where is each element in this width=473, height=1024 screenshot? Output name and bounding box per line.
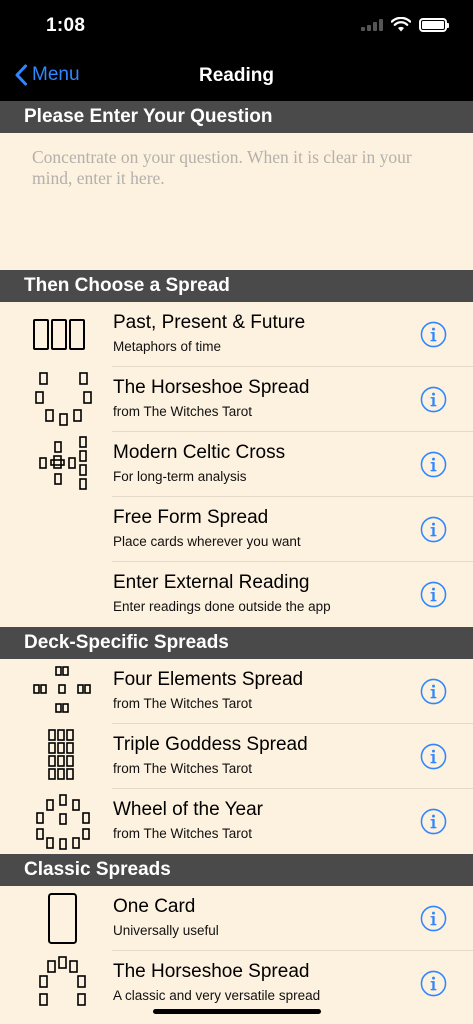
status-icons (361, 17, 449, 32)
spread-title: The Horseshoe Spread (113, 961, 310, 982)
info-icon[interactable] (420, 516, 447, 543)
spread-row-external-reading[interactable]: Enter External Reading Enter readings do… (0, 562, 473, 627)
spread-subtitle: from The Witches Tarot (113, 826, 253, 841)
spread-row-horseshoe[interactable]: The Horseshoe Spread from The Witches Ta… (0, 367, 473, 432)
info-icon[interactable] (420, 808, 447, 835)
question-area (0, 133, 473, 270)
spread-subtitle: Metaphors of time (113, 339, 222, 354)
navigation-bar: Menu Reading (0, 52, 473, 101)
status-bar: 1:08 (0, 0, 473, 52)
reading-content[interactable]: Please Enter Your Question Then Choose a… (0, 101, 473, 1024)
spread-row-triple-goddess[interactable]: Triple Goddess Spread from The Witches T… (0, 724, 473, 789)
spread-subtitle: Enter readings done outside the app (113, 599, 331, 614)
horseshoe-layout-icon (35, 372, 92, 426)
info-icon[interactable] (420, 970, 447, 997)
four-elements-layout-icon (33, 666, 91, 713)
spread-row-celtic-cross[interactable]: Modern Celtic Cross For long-term analys… (0, 432, 473, 497)
section-header-deck: Deck-Specific Spreads (0, 627, 473, 659)
spread-row-past-present-future[interactable]: Past, Present & Future Metaphors of time (0, 302, 473, 367)
spread-subtitle: A classic and very versatile spread (113, 988, 321, 1003)
cellular-signal-icon (361, 18, 383, 31)
spread-subtitle: from The Witches Tarot (113, 404, 253, 419)
spread-row-four-elements[interactable]: Four Elements Spread from The Witches Ta… (0, 659, 473, 724)
celtic-cross-layout-icon (39, 436, 87, 490)
spread-row-wheel-of-the-year[interactable]: Wheel of the Year from The Witches Tarot (0, 789, 473, 854)
section-header-classic: Classic Spreads (0, 854, 473, 886)
spread-title: One Card (113, 896, 196, 917)
status-time: 1:08 (46, 15, 86, 36)
spread-subtitle: from The Witches Tarot (113, 761, 253, 776)
info-icon[interactable] (420, 743, 447, 770)
spread-title: Free Form Spread (113, 507, 269, 528)
spread-subtitle: For long-term analysis (113, 469, 247, 484)
spread-title: The Horseshoe Spread (113, 377, 310, 398)
spread-title: Wheel of the Year (113, 799, 263, 820)
spread-title: Enter External Reading (113, 572, 310, 593)
wifi-icon (391, 17, 411, 32)
info-icon[interactable] (420, 386, 447, 413)
question-input[interactable] (32, 147, 441, 256)
spread-subtitle: from The Witches Tarot (113, 696, 253, 711)
spread-title: Four Elements Spread (113, 669, 304, 690)
spread-list: Past, Present & Future Metaphors of time… (0, 302, 473, 627)
deck-spread-list: Four Elements Spread from The Witches Ta… (0, 659, 473, 854)
home-indicator[interactable] (153, 1009, 321, 1014)
triple-goddess-layout-icon (48, 729, 74, 780)
info-icon[interactable] (420, 905, 447, 932)
info-icon[interactable] (420, 321, 447, 348)
three-card-layout-icon (33, 319, 85, 350)
spread-title: Triple Goddess Spread (113, 734, 308, 755)
spread-subtitle: Place cards wherever you want (113, 534, 301, 549)
battery-icon (419, 17, 449, 32)
info-icon[interactable] (420, 678, 447, 705)
single-card-icon (48, 893, 77, 944)
info-icon[interactable] (420, 581, 447, 608)
info-icon[interactable] (420, 451, 447, 478)
spread-title: Modern Celtic Cross (113, 442, 286, 463)
spread-subtitle: Universally useful (113, 923, 219, 938)
section-header-question: Please Enter Your Question (0, 101, 473, 133)
horseshoe-layout-icon (39, 956, 86, 1006)
spread-row-classic-horseshoe[interactable]: The Horseshoe Spread A classic and very … (0, 951, 473, 1016)
section-header-spread: Then Choose a Spread (0, 270, 473, 302)
spread-row-one-card[interactable]: One Card Universally useful (0, 886, 473, 951)
wheel-layout-icon (36, 794, 90, 850)
spread-title: Past, Present & Future (113, 312, 306, 333)
classic-spread-list: One Card Universally useful The Horsesho… (0, 886, 473, 1016)
page-title: Reading (199, 65, 274, 86)
spread-row-free-form[interactable]: Free Form Spread Place cards wherever yo… (0, 497, 473, 562)
